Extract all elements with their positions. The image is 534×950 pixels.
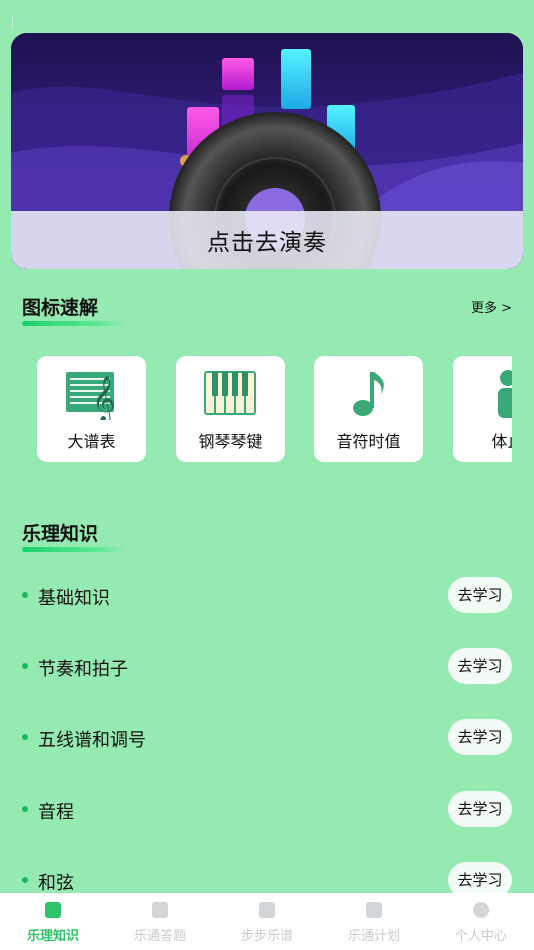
learn-button[interactable]: 去学习: [448, 791, 512, 827]
title-underline: [22, 321, 126, 326]
icon-card-label: 钢琴琴键: [198, 432, 263, 451]
topic-name: 五线谱和调号: [38, 730, 146, 751]
learn-button[interactable]: 去学习: [448, 577, 512, 613]
topic-row[interactable]: 音程 去学习: [22, 791, 512, 829]
bullet-dot: [22, 734, 28, 740]
tab-music-theory[interactable]: 乐理知识: [0, 893, 106, 950]
piano-keys-icon: [203, 371, 256, 415]
tab-plan[interactable]: 乐通计划: [321, 893, 427, 950]
check-square-icon: [45, 902, 61, 918]
status-bar-indicator: [12, 16, 13, 28]
music-sheet-icon: [259, 902, 275, 918]
topic-name: 和弦: [38, 873, 74, 894]
tab-label: 乐通计划: [347, 929, 400, 944]
check-square-icon: [366, 902, 382, 918]
title-underline: [22, 547, 126, 552]
bullet-dot: [22, 663, 28, 669]
topic-row[interactable]: 基础知识 去学习: [22, 577, 512, 615]
tab-label: 步步乐谱: [240, 929, 293, 944]
tab-quiz[interactable]: 乐通答题: [107, 893, 213, 950]
music-note-icon: [352, 372, 384, 416]
bullet-dot: [22, 806, 28, 812]
tab-label: 个人中心: [454, 929, 507, 944]
bottom-tab-bar: 乐理知识 乐通答题 步步乐谱 乐通计划 个人中心: [0, 893, 534, 950]
icon-card-label: 音符时值: [336, 432, 401, 451]
bullet-dot: [22, 877, 28, 883]
play-banner[interactable]: 点击去演奏: [11, 33, 523, 269]
svg-text:𝄞: 𝄞: [92, 376, 116, 420]
icon-card-label: 体止: [491, 432, 512, 451]
topic-name: 基础知识: [38, 588, 110, 609]
icon-section-title-text: 图标速解: [22, 297, 99, 319]
tab-sheet-music[interactable]: 步步乐谱: [214, 893, 320, 950]
bullet-dot: [22, 592, 28, 598]
icon-card-label: 大谱表: [67, 432, 116, 451]
more-link[interactable]: 更多 >: [471, 297, 512, 316]
banner-caption: 点击去演奏: [11, 211, 523, 269]
icon-section-title: 图标速解: [22, 293, 126, 326]
tab-label: 乐理知识: [26, 929, 79, 944]
document-icon: [152, 902, 168, 918]
icon-card-note-value[interactable]: 音符时值: [314, 356, 423, 462]
theory-section-title-text: 乐理知识: [22, 523, 99, 545]
learn-button[interactable]: 去学习: [448, 648, 512, 684]
topic-name: 节奏和拍子: [38, 659, 128, 680]
tab-label: 乐通答题: [133, 929, 186, 944]
topic-name: 音程: [38, 802, 74, 823]
learn-button[interactable]: 去学习: [448, 719, 512, 755]
icon-card-row[interactable]: 𝄞 大谱表 钢琴琴键 音符时值 体止: [37, 356, 512, 464]
topic-row[interactable]: 节奏和拍子 去学习: [22, 648, 512, 686]
grand-staff-icon: 𝄞: [65, 372, 116, 420]
icon-card-grand-staff[interactable]: 𝄞 大谱表: [37, 356, 146, 462]
tab-profile[interactable]: 个人中心: [428, 893, 534, 950]
person-icon: [497, 370, 512, 418]
topic-row[interactable]: 五线谱和调号 去学习: [22, 719, 512, 757]
icon-card-rest[interactable]: 体止: [453, 356, 512, 462]
user-circle-icon: [473, 902, 489, 918]
icon-card-piano-keys[interactable]: 钢琴琴键: [176, 356, 285, 462]
theory-section-title: 乐理知识: [22, 519, 126, 552]
